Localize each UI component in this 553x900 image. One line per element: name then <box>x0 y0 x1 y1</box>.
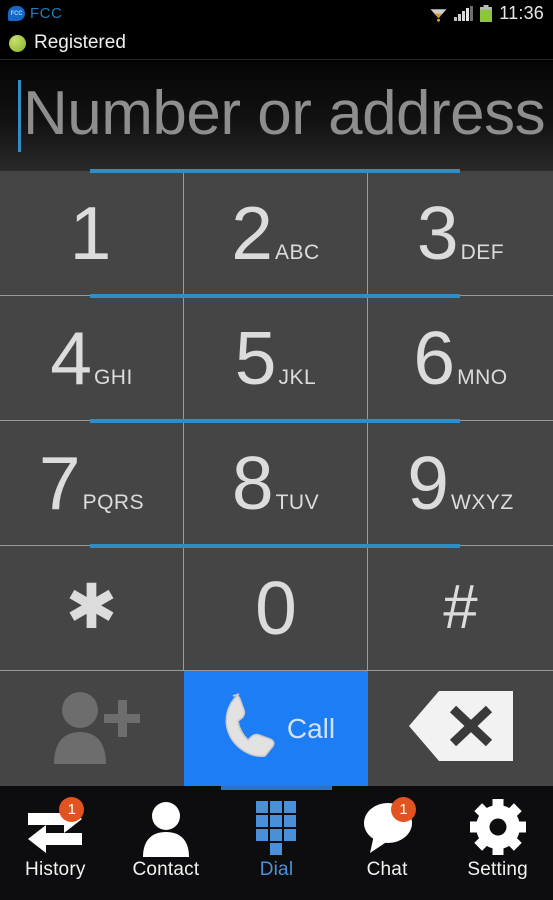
key-star[interactable]: ✱ <box>0 546 184 670</box>
status-bar-clock: 11:36 <box>499 3 544 23</box>
key-7-letters: PQRS <box>82 490 145 514</box>
nav-label-chat: Chat <box>366 859 408 880</box>
key-hash[interactable]: # <box>368 546 553 670</box>
call-button[interactable]: Call <box>184 671 368 786</box>
key-star-symbol: ✱ <box>65 573 118 642</box>
dialer-screen: FCC FCC 11:36 Registered Number or addre… <box>0 0 553 900</box>
nav-item-history[interactable]: 1 History <box>0 786 111 900</box>
bottom-navigation-bar: 1 History Contact Dial 1 Chat Setting <box>0 786 553 900</box>
key-8-digit: 8 <box>231 440 274 525</box>
person-icon <box>135 799 197 857</box>
keypad-row-1: 1 2 ABC 3 DEF <box>0 169 553 296</box>
dial-keypad: 1 2 ABC 3 DEF 4 GHI 5 JKL 6 MNO 7 PQRS 8… <box>0 169 553 786</box>
text-cursor <box>18 80 21 152</box>
key-9-digit: 9 <box>407 440 449 525</box>
key-4-letters: GHI <box>93 365 133 389</box>
green-dot-icon <box>9 34 26 52</box>
call-button-label: Call <box>286 712 336 744</box>
key-7-digit: 7 <box>38 440 81 525</box>
key-7[interactable]: 7 PQRS <box>0 421 184 545</box>
gear-icon <box>467 799 529 857</box>
backspace-delete-icon <box>408 689 513 768</box>
key-9-letters: WXYZ <box>451 490 514 514</box>
nav-item-contact[interactable]: Contact <box>111 786 222 900</box>
key-3-digit: 3 <box>416 190 459 275</box>
keypad-grid-icon <box>245 799 307 857</box>
key-1[interactable]: 1 <box>0 171 184 295</box>
fcc-app-badge-icon: FCC <box>8 6 25 21</box>
status-bar-left: FCC FCC <box>0 5 62 22</box>
key-8-letters: TUV <box>275 490 320 514</box>
nav-label-setting: Setting <box>467 859 528 880</box>
number-input-placeholder: Number or address <box>23 79 546 148</box>
key-5-digit: 5 <box>234 315 277 400</box>
key-9[interactable]: 9 WXYZ <box>368 421 553 545</box>
key-2-digit: 2 <box>231 190 273 275</box>
battery-icon <box>479 5 493 22</box>
key-5[interactable]: 5 JKL <box>184 296 368 420</box>
delete-backspace-button[interactable] <box>368 671 553 786</box>
number-input-field[interactable]: Number or address <box>0 61 553 171</box>
nav-label-dial: Dial <box>259 859 294 880</box>
key-2-letters: ABC <box>275 240 320 264</box>
signal-bars-icon <box>454 6 474 21</box>
key-0[interactable]: 0 <box>184 546 368 670</box>
two-arrows-icon: 1 <box>24 797 86 857</box>
key-hash-symbol: # <box>443 573 478 642</box>
key-5-letters: JKL <box>278 365 317 389</box>
keypad-row-4: ✱ 0 # <box>0 544 553 671</box>
key-6-letters: MNO <box>457 365 508 389</box>
nav-label-history: History <box>25 859 86 880</box>
add-contact-button[interactable] <box>0 671 184 786</box>
key-4[interactable]: 4 GHI <box>0 296 184 420</box>
wifi-icon <box>429 5 448 22</box>
registration-status-label: Registered <box>34 32 126 53</box>
chat-badge: 1 <box>391 797 417 822</box>
key-6-digit: 6 <box>413 315 455 400</box>
status-bar: FCC FCC 11:36 <box>0 0 553 27</box>
active-tab-indicator <box>221 786 332 790</box>
registration-status-bar: Registered <box>0 27 553 60</box>
keypad-action-row: Call <box>0 671 553 786</box>
key-2[interactable]: 2 ABC <box>184 171 368 295</box>
add-contact-icon <box>44 688 141 769</box>
keypad-row-2: 4 GHI 5 JKL 6 MNO <box>0 294 553 421</box>
nav-item-dial[interactable]: Dial <box>221 786 332 900</box>
speech-bubble-icon: 1 <box>356 797 418 857</box>
key-3[interactable]: 3 DEF <box>368 171 553 295</box>
nav-label-contact: Contact <box>132 859 200 880</box>
phone-handset-icon <box>217 688 289 769</box>
fcc-app-name: FCC <box>30 5 63 22</box>
keypad-row-3: 7 PQRS 8 TUV 9 WXYZ <box>0 419 553 546</box>
key-6[interactable]: 6 MNO <box>368 296 553 420</box>
key-4-digit: 4 <box>50 315 92 400</box>
key-8[interactable]: 8 TUV <box>184 421 368 545</box>
fcc-badge-text: FCC <box>10 10 23 17</box>
key-3-letters: DEF <box>460 240 505 264</box>
status-bar-right: 11:36 <box>429 3 553 24</box>
nav-item-chat[interactable]: 1 Chat <box>332 786 443 900</box>
nav-item-setting[interactable]: Setting <box>442 786 553 900</box>
key-1-digit: 1 <box>69 190 112 275</box>
key-0-symbol: 0 <box>255 565 297 650</box>
